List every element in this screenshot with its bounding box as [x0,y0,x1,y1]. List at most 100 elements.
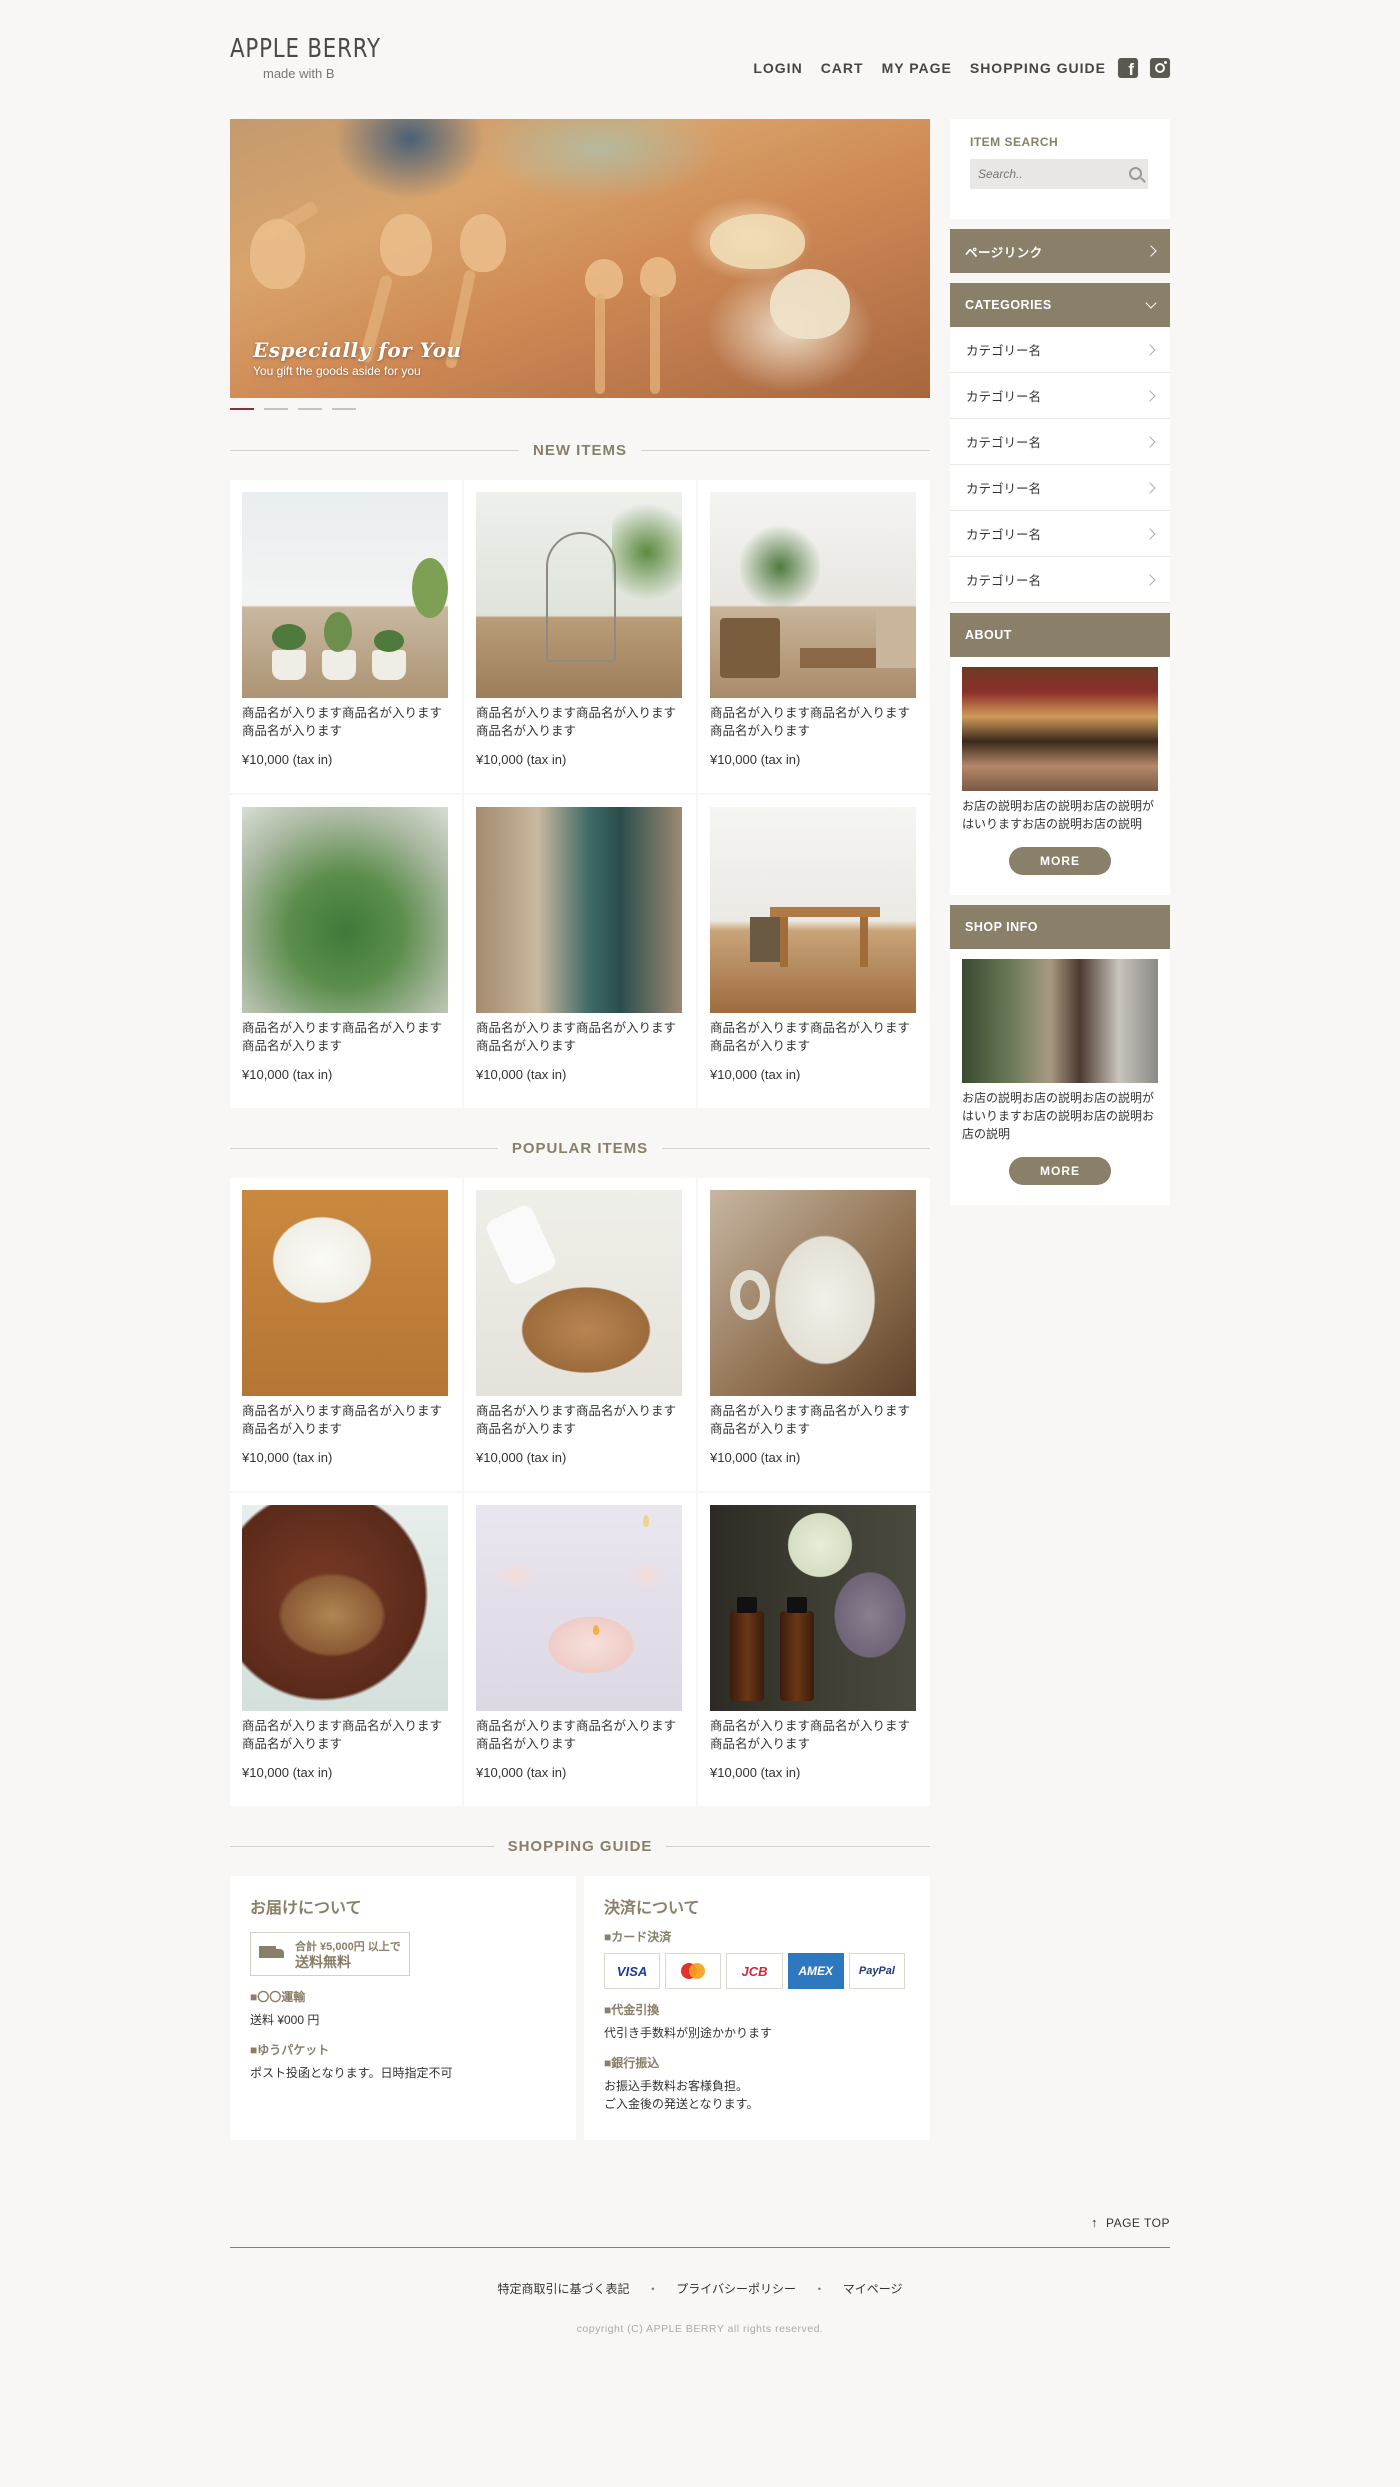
search-input[interactable] [970,159,1148,189]
bank-transfer-line: ご入金後の発送となります。 [604,2097,759,2111]
product-name[interactable]: 商品名が入ります商品名が入ります商品名が入ります [710,1402,920,1438]
footer-link-privacy[interactable]: プライバシーポリシー [676,2282,796,2296]
category-item[interactable]: カテゴリー名 [950,419,1170,465]
product-image[interactable] [242,1505,448,1711]
about-more-button[interactable]: MORE [1009,847,1111,875]
page-top-link[interactable]: ↑ PAGE TOP [1091,2215,1170,2230]
popular-items-grid: 商品名が入ります商品名が入ります商品名が入ります ¥10,000 (tax in… [230,1178,930,1806]
nav-shopping-guide[interactable]: SHOPPING GUIDE [970,60,1106,76]
sidebar: ITEM SEARCH ページリンク CATEGORIES カテゴリー名 カテゴ… [950,119,1170,1205]
item-search-label: ITEM SEARCH [970,135,1059,149]
footer-link-legal[interactable]: 特定商取引に基づく表記 [498,2282,630,2296]
copyright: copyright (C) APPLE BERRY all rights res… [576,2323,824,2335]
mastercard-logo [665,1953,722,1989]
product-image[interactable] [242,1190,448,1396]
about-header: ABOUT [950,613,1170,657]
footer-link-mypage[interactable]: マイページ [843,2282,903,2296]
about-text: お店の説明お店の説明お店の説明がはいりますお店の説明お店の説明 [962,799,1155,831]
product-image[interactable] [710,807,916,1013]
category-item[interactable]: カテゴリー名 [950,511,1170,557]
product-card[interactable]: 商品名が入ります商品名が入ります商品名が入ります ¥10,000 (tax in… [230,1493,462,1806]
category-item[interactable]: カテゴリー名 [950,327,1170,373]
product-name[interactable]: 商品名が入ります商品名が入ります商品名が入ります [710,1019,920,1055]
about-photo [962,667,1158,791]
category-item[interactable]: カテゴリー名 [950,373,1170,419]
about-label: ABOUT [965,628,1012,642]
product-image[interactable] [476,807,682,1013]
hero-slider[interactable]: Especially for You You gift the goods as… [230,119,930,398]
shop-info-more-button[interactable]: MORE [1009,1157,1111,1185]
product-name[interactable]: 商品名が入ります商品名が入ります商品名が入ります [476,1402,686,1438]
shop-info-text: お店の説明お店の説明お店の説明がはいりますお店の説明お店の説明お店の説明 [962,1091,1155,1141]
category-list: カテゴリー名 カテゴリー名 カテゴリー名 カテゴリー名 カテゴリー名 カテゴリー… [950,327,1170,603]
product-name[interactable]: 商品名が入ります商品名が入ります商品名が入ります [710,704,920,740]
product-name[interactable]: 商品名が入ります商品名が入ります商品名が入ります [476,704,686,740]
product-card[interactable]: 商品名が入ります商品名が入ります商品名が入ります ¥10,000 (tax in… [698,480,930,793]
shipping-method-label: ■〇〇運輸 [250,1990,306,2004]
product-image[interactable] [710,1190,916,1396]
product-name[interactable]: 商品名が入ります商品名が入ります商品名が入ります [242,1717,452,1753]
product-image[interactable] [242,492,448,698]
search-icon[interactable] [1129,167,1142,180]
category-item[interactable]: カテゴリー名 [950,465,1170,511]
slider-dot[interactable] [264,408,288,410]
footer-links: 特定商取引に基づく表記 ・ プライバシーポリシー ・ マイページ [230,2280,1170,2297]
section-title: SHOPPING GUIDE [493,1838,667,1855]
product-price: ¥10,000 (tax in) [476,752,567,767]
product-card[interactable]: 商品名が入ります商品名が入ります商品名が入ります ¥10,000 (tax in… [698,1493,930,1806]
product-card[interactable]: 商品名が入ります商品名が入ります商品名が入ります ¥10,000 (tax in… [230,1178,462,1491]
truck-icon [259,1946,285,1962]
product-image[interactable] [476,1505,682,1711]
shop-info-card: お店の説明お店の説明お店の説明がはいりますお店の説明お店の説明お店の説明 MOR… [950,949,1170,1205]
page-link-label: ページリンク [965,245,1043,260]
product-image[interactable] [242,807,448,1013]
instagram-icon[interactable] [1150,58,1170,78]
product-card[interactable]: 商品名が入ります商品名が入ります商品名が入ります ¥10,000 (tax in… [230,480,462,793]
bank-transfer-label: ■銀行振込 [604,2056,660,2070]
product-image[interactable] [710,492,916,698]
bank-transfer-line: お振込手数料お客様負担。 [604,2079,749,2093]
product-name[interactable]: 商品名が入ります商品名が入ります商品名が入ります [710,1717,920,1753]
product-image[interactable] [476,1190,682,1396]
product-name[interactable]: 商品名が入ります商品名が入ります商品名が入ります [476,1019,686,1055]
shop-info-label: SHOP INFO [965,920,1039,934]
product-image[interactable] [710,1505,916,1711]
product-card[interactable]: 商品名が入ります商品名が入ります商品名が入ります ¥10,000 (tax in… [230,795,462,1108]
facebook-icon[interactable] [1118,58,1138,80]
hero-spoon-shape [650,294,660,394]
product-name[interactable]: 商品名が入ります商品名が入ります商品名が入ります [476,1717,686,1753]
hero-subtitle: You gift the goods aside for you [253,364,421,378]
slider-dot[interactable] [298,408,322,410]
nav-my-page[interactable]: MY PAGE [882,60,952,76]
product-card[interactable]: 商品名が入ります商品名が入ります商品名が入ります ¥10,000 (tax in… [464,480,696,793]
product-card[interactable]: 商品名が入ります商品名が入ります商品名が入ります ¥10,000 (tax in… [464,1178,696,1491]
chevron-right-icon [1144,389,1156,402]
category-label: カテゴリー名 [966,344,1042,358]
product-card[interactable]: 商品名が入ります商品名が入ります商品名が入ります ¥10,000 (tax in… [698,1178,930,1491]
slider-dot[interactable] [230,408,254,410]
chevron-right-icon [1144,343,1156,356]
categories-toggle[interactable]: CATEGORIES [950,283,1170,327]
product-card[interactable]: 商品名が入ります商品名が入ります商品名が入ります ¥10,000 (tax in… [464,795,696,1108]
new-items-heading: NEW ITEMS [230,442,930,459]
product-card[interactable]: 商品名が入ります商品名が入ります商品名が入ります ¥10,000 (tax in… [698,795,930,1108]
bank-transfer-text: お振込手数料お客様負担。 ご入金後の発送となります。 [604,2077,910,2113]
hero-spoon-shape [640,257,676,297]
page-top-label: PAGE TOP [1105,2215,1170,2230]
search-field-wrap [970,159,1150,189]
product-name[interactable]: 商品名が入ります商品名が入ります商品名が入ります [242,1402,452,1438]
chevron-right-icon [1144,481,1156,494]
nav-login[interactable]: LOGIN [753,60,802,76]
product-image[interactable] [476,492,682,698]
site-logo[interactable]: APPLE BERRY made with B [230,34,414,81]
shop-photo [962,959,1158,1083]
footer-separator: ・ [646,2282,659,2296]
nav-cart[interactable]: CART [821,60,864,76]
product-name[interactable]: 商品名が入ります商品名が入ります商品名が入ります [242,704,452,740]
product-card[interactable]: 商品名が入ります商品名が入ります商品名が入ります ¥10,000 (tax in… [464,1493,696,1806]
slider-dot[interactable] [332,408,356,410]
page-link-button[interactable]: ページリンク [950,229,1170,273]
product-name[interactable]: 商品名が入ります商品名が入ります商品名が入ります [242,1019,452,1055]
category-item[interactable]: カテゴリー名 [950,557,1170,603]
product-price: ¥10,000 (tax in) [710,1067,801,1082]
